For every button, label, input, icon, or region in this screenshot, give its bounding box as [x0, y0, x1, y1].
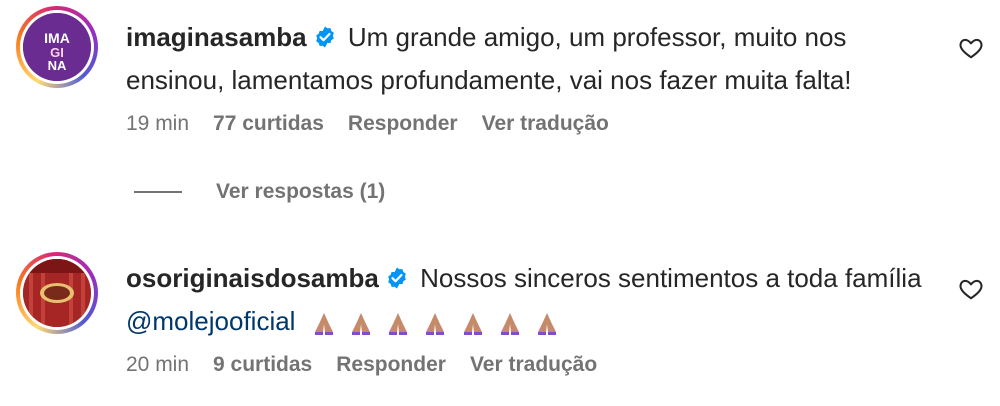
comment-text: Nossos sinceros sentimentos a toda famíl…: [420, 263, 922, 293]
comment-meta: 20 min 9 curtidas Responder Ver tradução: [126, 353, 621, 377]
view-replies-label[interactable]: Ver respostas (1): [216, 180, 385, 204]
replies-divider: [134, 191, 182, 193]
comment-meta: 19 min 77 curtidas Responder Ver traduçã…: [126, 112, 633, 136]
reply-button[interactable]: Responder: [336, 353, 446, 377]
comment-body: imaginasamba Um grande amigo, um profess…: [126, 17, 926, 100]
folded-hands-icon: [389, 313, 408, 335]
heart-icon[interactable]: [958, 35, 984, 61]
folded-hands-emoji-row: [311, 307, 564, 347]
mention-link[interactable]: @molejooficial: [126, 306, 295, 336]
verified-badge-icon: [313, 20, 337, 60]
folded-hands-icon: [426, 313, 445, 335]
folded-hands-icon: [538, 313, 557, 335]
osoriginais-logo: [23, 259, 91, 327]
imagina-logo: IMA GI NA: [23, 13, 91, 81]
like-count[interactable]: 77 curtidas: [213, 112, 324, 136]
heart-icon[interactable]: [958, 276, 984, 302]
folded-hands-icon: [463, 313, 482, 335]
avatar-imaginasamba[interactable]: IMA GI NA: [16, 6, 98, 88]
avatar-osoriginaisdosamba[interactable]: [16, 252, 98, 334]
svg-text:NA: NA: [48, 58, 67, 73]
comment-time[interactable]: 19 min: [126, 112, 189, 136]
folded-hands-icon: [351, 313, 370, 335]
comment-time[interactable]: 20 min: [126, 353, 189, 377]
username[interactable]: imaginasamba: [126, 22, 307, 52]
translate-button[interactable]: Ver tradução: [470, 353, 597, 377]
svg-text:IMA: IMA: [44, 30, 70, 46]
comment-body: osoriginaisdosamba Nossos sinceros senti…: [126, 258, 926, 347]
reply-button[interactable]: Responder: [348, 112, 458, 136]
verified-badge-icon: [385, 261, 409, 301]
folded-hands-icon: [314, 313, 333, 335]
username[interactable]: osoriginaisdosamba: [126, 263, 379, 293]
view-replies[interactable]: Ver respostas (1): [134, 180, 385, 204]
folded-hands-icon: [500, 313, 519, 335]
like-count[interactable]: 9 curtidas: [213, 353, 312, 377]
translate-button[interactable]: Ver tradução: [482, 112, 609, 136]
